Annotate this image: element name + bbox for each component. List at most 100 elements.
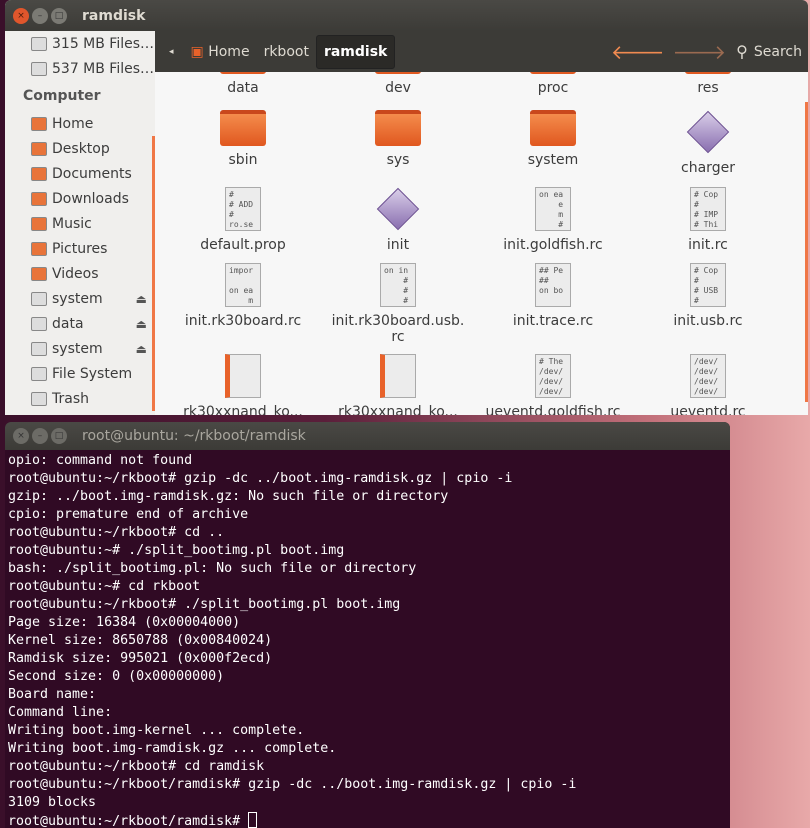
eject-icon[interactable]: ⏏ (136, 342, 147, 356)
sidebar-item-file-system[interactable]: File System (5, 361, 155, 386)
text-file-icon: on in # # # (380, 263, 416, 307)
breadcrumb-ramdisk[interactable]: ramdisk (315, 34, 396, 69)
terminal-output[interactable]: opio: command not found root@ubuntu:~/rkb… (5, 450, 730, 828)
filesystem-icon (31, 366, 47, 381)
terminal-line: root@ubuntu:~/rkboot/ramdisk# gzip -dc .… (8, 777, 577, 792)
terminal-line: Page size: 16384 (0x00004000) (8, 615, 241, 630)
sidebar-item-music[interactable]: Music (5, 211, 155, 236)
file-name: sys (386, 152, 410, 168)
downloads-folder-icon (31, 191, 47, 206)
terminal-line: Command line: (8, 705, 113, 720)
sidebar-item-device[interactable]: 537 MB Files… (5, 56, 155, 81)
executable-icon (376, 187, 420, 231)
file-item[interactable]: sbin (168, 110, 318, 168)
trash-icon (31, 391, 47, 406)
close-button[interactable]: × (13, 428, 29, 444)
file-item[interactable]: rk30xxnand_ko... (168, 354, 318, 415)
sidebar-item-pictures[interactable]: Pictures (5, 236, 155, 261)
drive-icon (31, 61, 47, 76)
sidebar-item-label: File System (52, 365, 133, 382)
sidebar-item-label: 537 MB Files… (52, 60, 155, 77)
terminal-line: root@ubuntu:~/rkboot# ./split_bootimg.pl… (8, 597, 401, 612)
forward-arrow-icon[interactable]: 🡒 (673, 40, 727, 64)
terminal-prompt-line: root@ubuntu:~/rkboot/ramdisk# (8, 812, 727, 828)
file-item[interactable]: impor on ea m init.rk30board.rc (168, 263, 318, 329)
sidebar-item-documents[interactable]: Documents (5, 161, 155, 186)
file-item[interactable]: init (323, 187, 473, 253)
file-item[interactable]: rk30xxnand_ko... (323, 354, 473, 415)
file-item[interactable]: res (633, 72, 783, 96)
binary-file-icon (225, 354, 261, 398)
terminal-title-bar: × – □ root@ubuntu: ~/rkboot/ramdisk (5, 422, 730, 450)
search-button[interactable]: Search (754, 44, 802, 60)
file-item[interactable]: on ea e m # init.goldfish.rc (478, 187, 628, 253)
text-file-icon: on ea e m # (535, 187, 571, 231)
breadcrumb-home[interactable]: ▣ Home (184, 36, 257, 68)
drive-icon (31, 316, 47, 331)
file-item[interactable]: charger (633, 110, 783, 176)
terminal-prompt: root@ubuntu:~/rkboot/ramdisk# (8, 814, 249, 828)
home-folder-icon (31, 116, 47, 131)
file-name: init.goldfish.rc (503, 237, 603, 253)
terminal-window: × – □ root@ubuntu: ~/rkboot/ramdisk opio… (5, 422, 730, 828)
file-item[interactable]: ## Pe ## on bo init.trace.rc (478, 263, 628, 329)
file-name: sbin (228, 152, 258, 168)
back-arrow-icon[interactable]: 🡐 (611, 40, 665, 64)
pictures-folder-icon (31, 241, 47, 256)
file-name: init.trace.rc (512, 313, 594, 329)
minimize-button[interactable]: – (32, 7, 48, 24)
minimize-button[interactable]: – (32, 428, 48, 444)
file-name: default.prop (200, 237, 286, 253)
terminal-line: root@ubuntu:~# cd rkboot (8, 579, 201, 594)
terminal-line: root@ubuntu:~/rkboot# cd ramdisk (8, 759, 265, 774)
terminal-line: cpio: premature end of archive (8, 507, 249, 522)
file-item[interactable]: on in # # # init.rk30board.usb. rc (323, 263, 473, 345)
file-item[interactable]: dev (323, 72, 473, 96)
file-name: rk30xxnand_ko... (338, 404, 458, 415)
file-name: data (227, 80, 259, 96)
scrollbar[interactable] (805, 102, 808, 402)
file-manager-window: × – □ ramdisk 315 MB Files… 537 MB Files…… (5, 0, 808, 415)
folder-icon (685, 72, 731, 74)
text-file-icon: impor on ea m (225, 263, 261, 307)
sidebar-item-device[interactable]: 315 MB Files… (5, 31, 155, 56)
text-file-icon: # Cop # # USB # (690, 263, 726, 307)
sidebar-item-downloads[interactable]: Downloads (5, 186, 155, 211)
file-item[interactable]: /dev/ /dev/ /dev/ /dev/ueventd.rc (633, 354, 783, 415)
file-item[interactable]: # Cop # # IMP # Thi init.rc (633, 187, 783, 253)
file-item[interactable]: sys (323, 110, 473, 168)
file-item[interactable]: # # ADD # ro.se default.prop (168, 187, 318, 253)
eject-icon[interactable]: ⏏ (136, 292, 147, 306)
file-name: rk30xxnand_ko... (183, 404, 303, 415)
music-folder-icon (31, 216, 47, 231)
file-item[interactable]: # Cop # # USB # init.usb.rc (633, 263, 783, 329)
folder-icon (375, 72, 421, 74)
maximize-button[interactable]: □ (51, 7, 67, 24)
sidebar-item-home[interactable]: Home (5, 111, 155, 136)
scroll-left-icon[interactable]: ◂ (169, 47, 174, 57)
drive-icon (31, 291, 47, 306)
sidebar-item-videos[interactable]: Videos (5, 261, 155, 286)
sidebar-item-desktop[interactable]: Desktop (5, 136, 155, 161)
file-name: init (386, 237, 410, 253)
file-item[interactable]: proc (478, 72, 628, 96)
close-button[interactable]: × (13, 7, 29, 24)
sidebar-item-trash[interactable]: Trash (5, 386, 155, 411)
sidebar-item-label: system (52, 340, 103, 357)
text-file-icon: /dev/ /dev/ /dev/ /dev/ (690, 354, 726, 398)
videos-folder-icon (31, 266, 47, 281)
file-name: init.rk30board.usb. rc (331, 313, 465, 345)
file-item[interactable]: system (478, 110, 628, 168)
file-item[interactable]: data (168, 72, 318, 96)
eject-icon[interactable]: ⏏ (136, 317, 147, 331)
file-item[interactable]: # The /dev/ /dev/ /dev/ueventd.goldfish.… (478, 354, 628, 415)
search-icon[interactable]: ⚲ (736, 42, 748, 61)
sidebar-item-system[interactable]: system ⏏ (5, 336, 155, 361)
sidebar-item-data[interactable]: data ⏏ (5, 311, 155, 336)
sidebar-item-system[interactable]: system ⏏ (5, 286, 155, 311)
breadcrumb-rkboot[interactable]: rkboot (257, 36, 316, 68)
terminal-line: Kernel size: 8650788 (0x00840024) (8, 633, 273, 648)
maximize-button[interactable]: □ (51, 428, 67, 444)
terminal-line: Board name: (8, 687, 97, 702)
sidebar-item-label: Desktop (52, 140, 110, 157)
